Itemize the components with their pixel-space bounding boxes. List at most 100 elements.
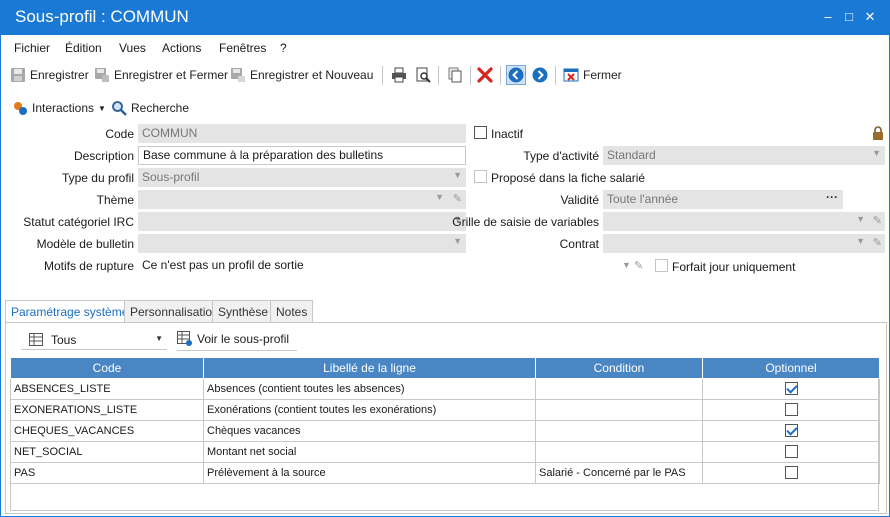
close-button[interactable]: Fermer: [563, 67, 622, 83]
printer-icon: [392, 67, 406, 83]
motifs-rupture-label: Motifs de rupture: [43, 259, 134, 273]
row-code: CHEQUES_VACANCES: [10, 419, 204, 442]
edit-pencil-icon[interactable]: ✎: [873, 236, 882, 249]
motifs-rupture-value: Ce n'est pas un profil de sortie: [142, 258, 304, 272]
table-row[interactable]: CHEQUES_VACANCES Chèques vacances: [10, 419, 880, 442]
print-preview-icon: [416, 67, 431, 83]
row-condition: [535, 440, 703, 463]
chevron-down-icon: ▼: [856, 236, 865, 246]
search-button[interactable]: Recherche: [111, 100, 189, 116]
column-header-condition[interactable]: Condition: [535, 358, 703, 379]
save-new-button[interactable]: Enregistrer et Nouveau: [230, 67, 373, 83]
tab-parametrage-systeme[interactable]: Paramétrage système: [5, 300, 135, 323]
tab-synthese[interactable]: Synthèse: [212, 300, 275, 322]
forfait-jour-checkbox[interactable]: [655, 259, 668, 272]
next-record-button[interactable]: [532, 67, 548, 83]
menu-vues[interactable]: Vues: [119, 41, 146, 55]
theme-select[interactable]: ▼ ✎: [138, 190, 466, 209]
search-label: Recherche: [131, 101, 190, 115]
tab-personnalisation[interactable]: Personnalisation: [124, 300, 225, 322]
filter-select[interactable]: Tous ▼: [21, 330, 167, 350]
grille-saisie-select[interactable]: ▼ ✎: [603, 212, 885, 231]
table-row[interactable]: NET_SOCIAL Montant net social: [10, 440, 880, 463]
maximize-button[interactable]: □: [842, 9, 856, 24]
toolbar-separator: [555, 66, 556, 85]
row-condition: [535, 419, 703, 442]
save-close-button[interactable]: Enregistrer et Fermer: [94, 67, 228, 83]
modele-bulletin-select[interactable]: ▼: [138, 234, 466, 253]
row-condition: [535, 398, 703, 421]
save-label: Enregistrer: [30, 68, 89, 82]
chevron-down-icon: ▼: [453, 170, 462, 180]
type-profil-label: Type du profil: [61, 171, 134, 185]
minimize-button[interactable]: –: [821, 9, 835, 24]
toolbar-separator: [500, 66, 501, 85]
close-label: Fermer: [583, 68, 622, 82]
type-activite-value: Standard: [607, 148, 656, 162]
inactif-label: Inactif: [491, 127, 524, 141]
save-close-label: Enregistrer et Fermer: [114, 68, 229, 82]
save-button[interactable]: Enregistrer: [10, 67, 89, 83]
row-condition: [535, 377, 703, 400]
menu-bar: Fichier Édition Vues Actions Fenêtres ?: [1, 37, 889, 59]
column-header-optionnel[interactable]: Optionnel: [702, 358, 880, 379]
more-options-icon[interactable]: ···: [826, 190, 838, 204]
toolbar-separator: [470, 66, 471, 85]
optional-checkbox[interactable]: [784, 382, 798, 395]
chevron-down-icon: ▼: [856, 214, 865, 224]
column-header-libelle[interactable]: Libellé de la ligne: [203, 358, 536, 379]
contrat-label: Contrat: [559, 237, 599, 251]
table-row[interactable]: ABSENCES_LISTE Absences (contient toutes…: [10, 377, 880, 400]
statut-irc-select[interactable]: ▼: [138, 212, 466, 231]
validite-field[interactable]: Toute l'année ···: [603, 190, 843, 209]
delete-button[interactable]: [477, 67, 493, 83]
forfait-jour-label: Forfait jour uniquement: [672, 260, 796, 274]
menu-actions[interactable]: Actions: [162, 41, 201, 55]
chevron-down-icon: ▼: [155, 334, 163, 343]
print-button[interactable]: [391, 67, 407, 83]
floppy-icon: [11, 68, 25, 82]
validite-value: Toute l'année: [607, 192, 679, 206]
previous-record-button[interactable]: [506, 65, 526, 85]
column-header-code[interactable]: Code: [10, 358, 204, 379]
inactif-checkbox[interactable]: [474, 126, 487, 139]
menu-fenetres[interactable]: Fenêtres: [219, 41, 266, 55]
tab-notes[interactable]: Notes: [270, 300, 314, 322]
lines-grid: Code Libellé de la ligne Condition Optio…: [10, 358, 880, 484]
menu-edition[interactable]: Édition: [65, 41, 102, 55]
optional-checkbox[interactable]: [784, 424, 798, 437]
type-activite-label: Type d'activité: [523, 149, 599, 163]
filter-value: Tous: [51, 333, 77, 347]
arrow-left-icon: [508, 67, 524, 83]
arrow-right-icon: [532, 67, 548, 83]
interactions-dropdown[interactable]: Interactions ▼: [12, 100, 106, 116]
menu-help[interactable]: ?: [280, 41, 287, 55]
optional-checkbox[interactable]: [784, 445, 798, 458]
description-input[interactable]: Base commune à la préparation des bullet…: [138, 146, 466, 165]
row-label: Absences (contient toutes les absences): [203, 377, 536, 400]
edit-pencil-icon[interactable]: ✎: [873, 214, 882, 227]
row-optional: [702, 398, 880, 421]
chevron-down-icon: ▼: [435, 192, 444, 202]
optional-checkbox[interactable]: [784, 403, 798, 416]
table-row[interactable]: EXONERATIONS_LISTE Exonérations (contien…: [10, 398, 880, 421]
table-row[interactable]: PAS Prélèvement à la source Salarié - Co…: [10, 461, 880, 484]
duplicate-button[interactable]: [447, 67, 463, 83]
menu-fichier[interactable]: Fichier: [14, 41, 50, 55]
propose-fiche-label: Proposé dans la fiche salarié: [491, 171, 646, 185]
grid-header-row: Code Libellé de la ligne Condition Optio…: [10, 358, 880, 379]
view-subprofile-button[interactable]: Voir le sous-profil: [177, 331, 297, 351]
edit-pencil-icon[interactable]: ✎: [634, 259, 643, 272]
statut-irc-label: Statut catégoriel IRC: [23, 215, 134, 229]
print-preview-button[interactable]: [415, 67, 431, 83]
type-activite-select[interactable]: Standard ▼: [603, 146, 885, 165]
type-profil-select[interactable]: Sous-profil ▼: [138, 168, 466, 187]
propose-fiche-checkbox[interactable]: [474, 170, 487, 183]
toolbar-separator: [438, 66, 439, 85]
optional-checkbox[interactable]: [784, 466, 798, 479]
contrat-select[interactable]: ▼ ✎: [603, 234, 885, 253]
chevron-down-icon[interactable]: ▼: [622, 260, 631, 270]
table-settings-icon: [177, 331, 192, 346]
close-window-button[interactable]: ✕: [863, 9, 877, 25]
edit-pencil-icon[interactable]: ✎: [453, 192, 462, 205]
